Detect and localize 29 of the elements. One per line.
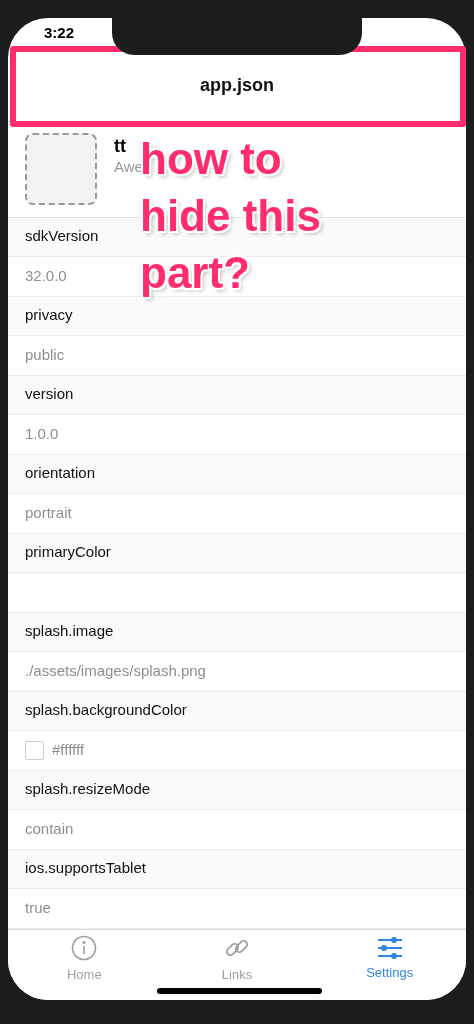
info-icon: [71, 935, 98, 961]
app-name: tt: [114, 135, 127, 157]
tab-item[interactable]: Home: [8, 929, 161, 990]
app-icon-placeholder: [25, 133, 97, 205]
field-value[interactable]: contain: [25, 817, 74, 841]
field-label: ios.supportsTablet: [25, 858, 146, 879]
field-label: version: [25, 384, 74, 405]
status-time: 3:22: [44, 24, 75, 42]
annotation-text: how to hide this part?: [140, 133, 322, 299]
field-label: splash.resizeMode: [25, 779, 151, 800]
field-value[interactable]: portrait: [25, 501, 72, 525]
app-subtitle: Awe: [114, 157, 143, 177]
field-label: orientation: [25, 463, 96, 484]
field-label: sdkVersion: [25, 226, 99, 247]
sliders-icon: [376, 937, 403, 959]
field-label: primaryColor: [25, 542, 111, 563]
field-value[interactable]: true: [25, 896, 51, 920]
color-swatch[interactable]: [25, 740, 44, 760]
tab-item[interactable]: Settings: [313, 929, 466, 990]
field-value[interactable]: 1.0.0: [25, 422, 59, 446]
field-value[interactable]: 32.0.0: [25, 264, 67, 288]
screen-title: app.json: [200, 74, 274, 98]
field-label: splash.backgroundColor: [25, 700, 187, 721]
field-label: privacy: [25, 305, 73, 326]
tab-item[interactable]: Links: [160, 929, 314, 990]
field-value[interactable]: #ffffff: [52, 738, 84, 762]
field-label: splash.image: [25, 621, 114, 642]
field-value[interactable]: public: [25, 343, 65, 367]
field-value[interactable]: ./assets/images/splash.png: [25, 659, 206, 683]
